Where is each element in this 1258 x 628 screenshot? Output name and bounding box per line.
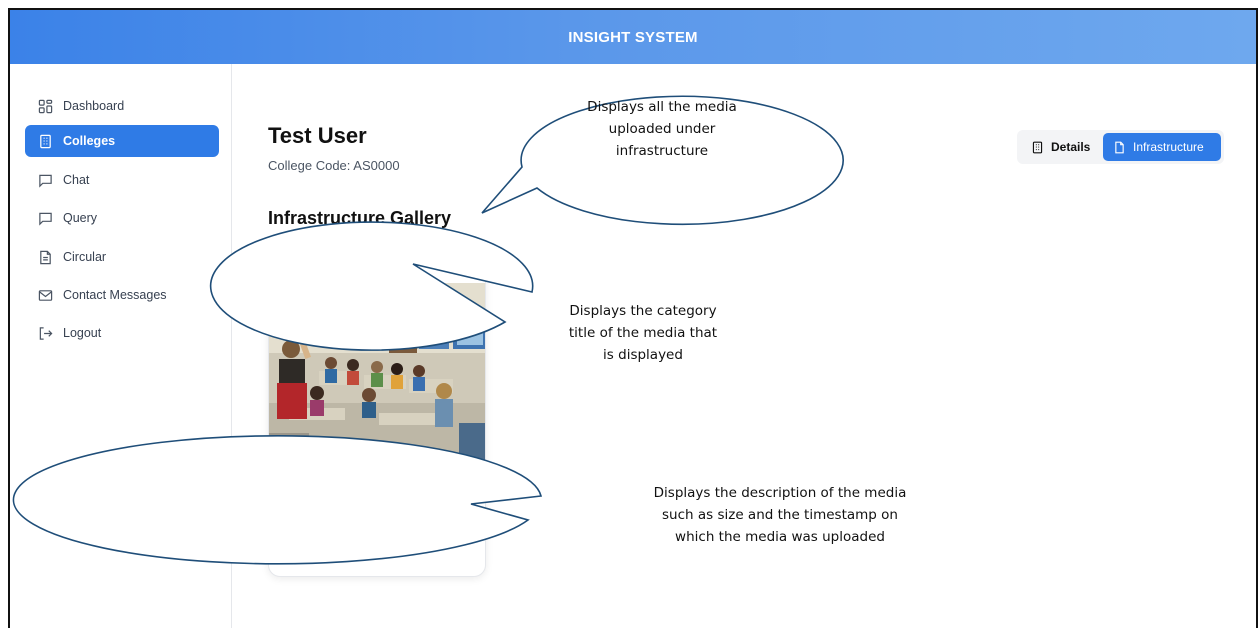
upload-date: Uploaded on 8/16/2025 — [283, 529, 393, 541]
media-category: Classroom — [349, 262, 405, 274]
sidebar-item-label: Contact Messages — [63, 288, 167, 302]
tab-infrastructure-label: Infrastructure — [1133, 140, 1204, 154]
sidebar-item-chat[interactable]: Chat — [25, 164, 219, 196]
media-description: "Classroom in 1st floor" — [283, 493, 408, 507]
top-header: INSIGHT SYSTEM — [10, 10, 1256, 64]
document-icon — [1115, 141, 1124, 153]
sidebar-item-label: Circular — [63, 250, 107, 264]
tab-details-label: Details — [1051, 140, 1091, 154]
logout-icon — [37, 325, 53, 341]
sidebar-item-label: Colleges — [63, 134, 116, 148]
mail-icon — [37, 287, 53, 303]
page-title: Test User — [268, 123, 367, 148]
sidebar-item-colleges[interactable]: Colleges — [25, 125, 219, 157]
app-title: INSIGHT SYSTEM — [568, 28, 698, 46]
message-icon — [37, 210, 53, 226]
sidebar-item-query[interactable]: Query — [25, 202, 219, 234]
dashboard-icon — [37, 98, 53, 114]
app-window: INSIGHT SYSTEM Dashboard Colleges Chat Q… — [8, 8, 1258, 628]
sidebar-item-logout[interactable]: Logout — [25, 317, 219, 349]
building-icon — [37, 133, 53, 149]
message-icon — [37, 172, 53, 188]
sidebar-item-label: Dashboard — [63, 99, 125, 113]
sidebar-item-label: Logout — [63, 326, 102, 340]
classroom-photo[interactable] — [269, 283, 486, 479]
college-code: College Code: AS0000 — [268, 158, 400, 173]
sidebar-item-label: Chat — [63, 173, 90, 187]
sidebar-item-label: Query — [63, 211, 98, 225]
sidebar: Dashboard Colleges Chat Query Circular C… — [10, 64, 232, 628]
sidebar-item-dashboard[interactable]: Dashboard — [25, 90, 219, 122]
eye-icon[interactable] — [446, 527, 462, 541]
sidebar-item-circular[interactable]: Circular — [25, 241, 219, 273]
document-icon — [37, 249, 53, 265]
sidebar-item-contact-messages[interactable]: Contact Messages — [25, 279, 219, 311]
gallery-card[interactable]: Classroom "Classroom in 1st floor" Uploa… — [268, 252, 486, 577]
gallery-heading: Infrastructure Gallery — [268, 208, 452, 228]
view-toggle: Details Infrastructure — [1017, 130, 1224, 164]
tab-details[interactable]: Details — [1023, 133, 1105, 161]
tab-infrastructure[interactable]: Infrastructure — [1103, 133, 1221, 161]
building-icon — [1032, 141, 1043, 153]
